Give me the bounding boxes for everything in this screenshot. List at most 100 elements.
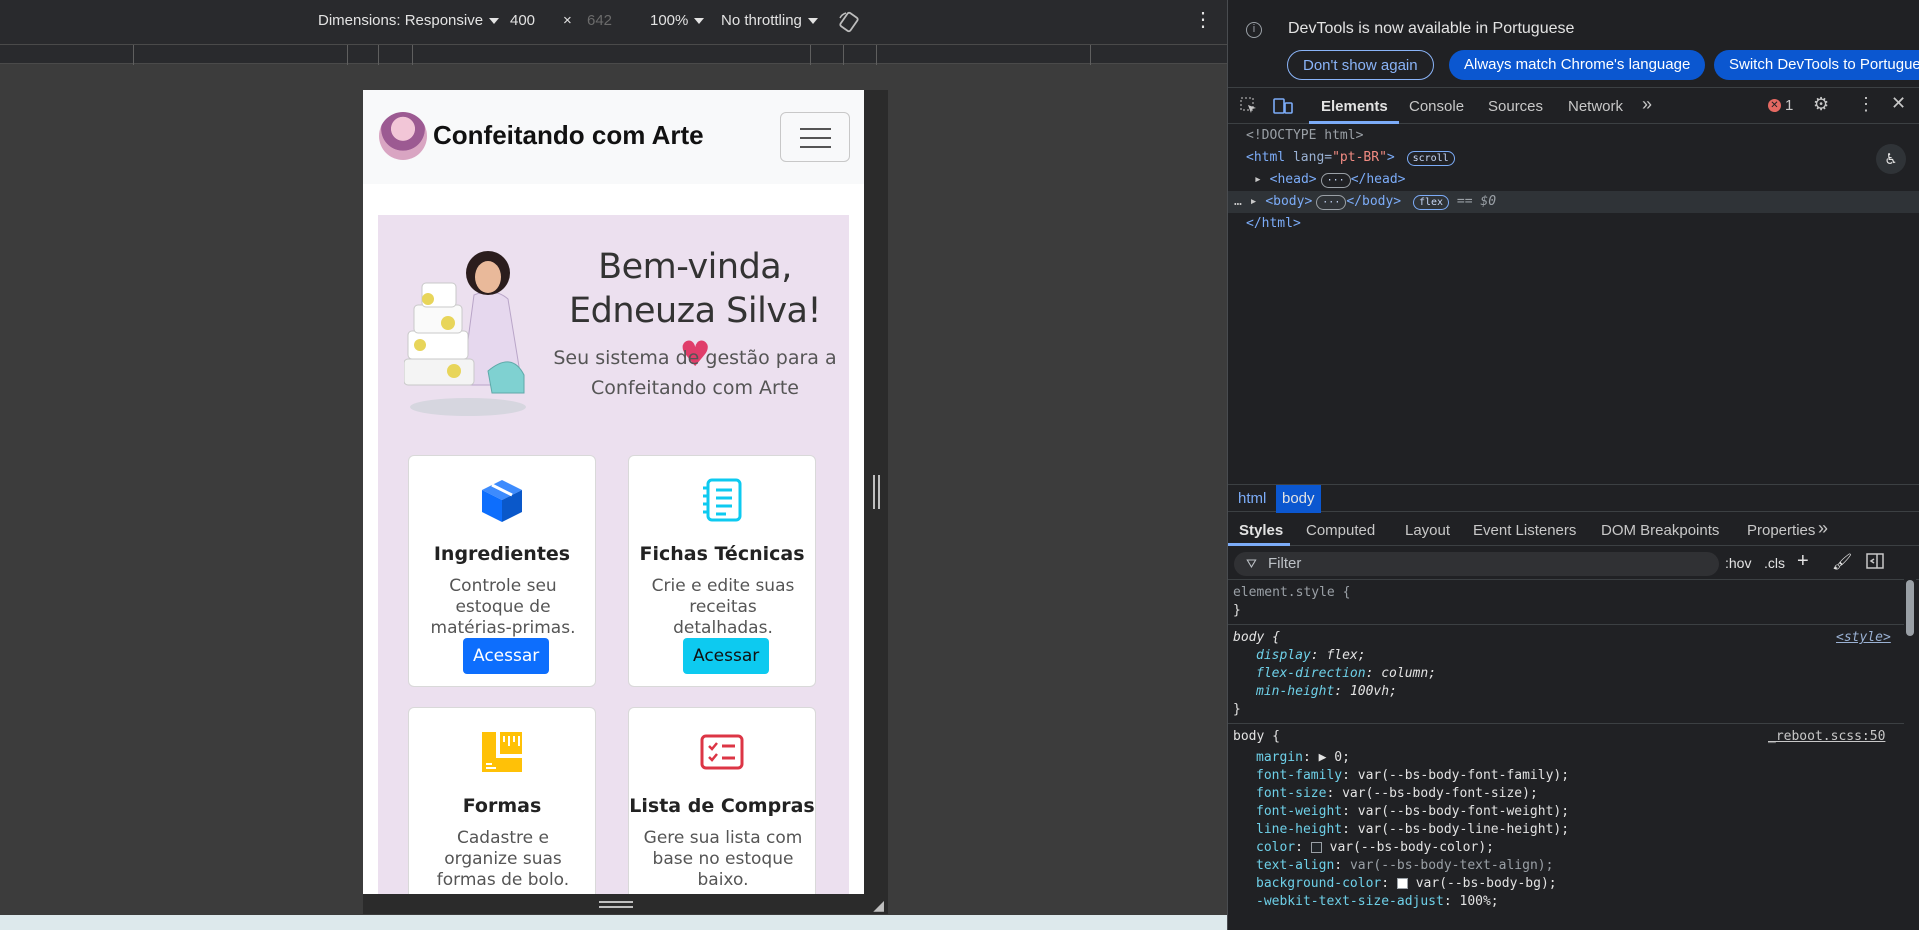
tab-event-listeners[interactable]: Event Listeners <box>1473 522 1576 539</box>
style-declaration: -webkit-text-size-adjust: 100%; <box>1256 894 1499 909</box>
breadcrumb-body[interactable]: body <box>1276 485 1321 513</box>
rule-source-link[interactable]: _reboot.scss:50 <box>1768 729 1885 744</box>
error-count: 1 <box>1785 97 1794 114</box>
rule-selector[interactable]: body { <box>1233 630 1280 645</box>
switch-devtools-language-button[interactable]: Switch DevTools to Portugue <box>1714 50 1919 80</box>
flex-badge[interactable]: flex <box>1412 195 1450 210</box>
styles-subtabs: Styles Computed Layout Event Listeners D… <box>1228 514 1919 546</box>
node-actions-icon[interactable]: … <box>1234 194 1242 209</box>
box-icon <box>482 480 522 522</box>
style-declaration: min-height: 100vh; <box>1256 684 1397 699</box>
zoom-dropdown[interactable]: 100% <box>650 12 705 29</box>
infobar-message: DevTools is now available in Portuguese <box>1288 20 1575 37</box>
brand-logo[interactable] <box>379 112 427 160</box>
tab-console[interactable]: Console <box>1409 98 1464 115</box>
resize-corner-icon[interactable]: ◢ <box>873 897 884 914</box>
tab-computed[interactable]: Computed <box>1306 522 1375 539</box>
dimensions-label: Dimensions: Responsive <box>318 12 484 29</box>
window-bottom-strip <box>0 915 1227 930</box>
resize-handle-bottom[interactable]: ◢ <box>363 894 888 914</box>
match-chrome-language-button[interactable]: Always match Chrome's language <box>1449 50 1706 80</box>
card-ingredientes: Ingredientes Controle seu estoque de mat… <box>408 455 596 687</box>
dont-show-again-button[interactable]: Don't show again <box>1287 50 1434 80</box>
styles-filter-bar: ⛛ Filter :hov .cls + 🖌 <box>1228 548 1919 580</box>
accessibility-icon[interactable]: ♿ <box>1876 144 1906 174</box>
styles-scrollbar[interactable] <box>1904 560 1916 915</box>
media-query-ruler <box>0 44 1227 65</box>
selected-node-marker: == $0 <box>1456 194 1497 209</box>
new-rule-icon[interactable]: + <box>1797 550 1809 573</box>
width-input[interactable]: 400 <box>510 12 535 29</box>
tab-properties[interactable]: Properties <box>1747 522 1815 539</box>
expand-arrow-icon[interactable]: ▸ <box>1254 172 1262 187</box>
device-toolbar: Dimensions: Responsive 400 × 642 100% No… <box>0 0 1227 44</box>
color-swatch[interactable] <box>1396 878 1408 889</box>
filter-input[interactable]: ⛛ Filter <box>1234 552 1719 576</box>
collapsed-content-badge[interactable]: ··· <box>1320 173 1351 188</box>
inspect-element-icon[interactable] <box>1240 97 1258 115</box>
hamburger-icon <box>800 128 831 130</box>
access-button[interactable]: Acessar <box>463 638 550 674</box>
rule-source-link[interactable]: <style> <box>1836 630 1891 645</box>
access-button[interactable]: Acessar <box>683 638 770 674</box>
brand-name[interactable]: Confeitando com Arte <box>433 120 704 151</box>
head-node[interactable]: ▸ <head> ··· </head> <box>1254 172 1405 188</box>
tab-dom-breakpoints[interactable]: DOM Breakpoints <box>1601 522 1719 539</box>
style-declaration: color: var(--bs-body-color); <box>1256 840 1494 855</box>
chevron-down-icon <box>489 17 500 24</box>
style-declaration: text-align: var(--bs-body-text-align); <box>1256 858 1554 873</box>
style-declaration: font-size: var(--bs-body-font-size); <box>1256 786 1538 801</box>
breadcrumb-html[interactable]: html <box>1238 490 1266 507</box>
tab-styles[interactable]: Styles <box>1239 522 1283 539</box>
error-icon: ✕ <box>1768 99 1781 112</box>
welcome-subtitle: Seu sistema de gestão para a Confeitando… <box>553 347 837 399</box>
color-swatch[interactable] <box>1310 842 1322 853</box>
scroll-badge[interactable]: scroll <box>1406 151 1455 166</box>
greeting-line2: Edneuza Silva! <box>568 291 822 331</box>
tab-layout[interactable]: Layout <box>1405 522 1450 539</box>
more-subtabs-icon[interactable]: » <box>1818 518 1828 539</box>
sidebar-toggle-icon[interactable] <box>1866 552 1884 573</box>
style-declaration: margin: ▶ 0; <box>1256 750 1350 765</box>
menu-toggle-button[interactable] <box>780 112 850 162</box>
customize-menu-icon[interactable]: ⋮ <box>1857 94 1875 115</box>
doctype-node[interactable]: <!DOCTYPE html> <box>1246 128 1363 143</box>
class-toggle[interactable]: .cls <box>1764 555 1785 571</box>
chevron-down-icon <box>694 17 705 24</box>
body-node[interactable]: … ▸ <body> ··· </body> flex == $0 <box>1234 194 1496 210</box>
zoom-value: 100% <box>650 12 689 29</box>
card-fichas-tecnicas: Fichas Técnicas Crie e edite suas receit… <box>628 455 816 687</box>
html-node[interactable]: <html lang="pt-BR"> scroll <box>1246 150 1455 166</box>
dimension-separator: × <box>563 12 572 29</box>
tab-elements[interactable]: Elements <box>1321 98 1388 115</box>
more-options-icon[interactable]: ⋮ <box>1193 10 1213 30</box>
style-declaration: flex-direction: column; <box>1256 666 1437 681</box>
height-input[interactable]: 642 <box>587 12 612 29</box>
resize-handle-right[interactable] <box>864 90 888 894</box>
error-counter[interactable]: ✕ 1 <box>1768 97 1793 114</box>
language-infobar: i DevTools is now available in Portugues… <box>1228 0 1919 88</box>
device-viewport: Confeitando com Arte Bem-vinda, Edneuza … <box>363 90 864 894</box>
hover-state-toggle[interactable]: :hov <box>1725 555 1751 571</box>
ruler-icon <box>482 732 522 772</box>
paint-brush-icon[interactable]: 🖌 <box>1832 552 1852 572</box>
card-title: Fichas Técnicas <box>639 543 805 565</box>
tab-sources[interactable]: Sources <box>1488 98 1543 115</box>
device-toolbar-icon[interactable] <box>1273 97 1293 115</box>
card-description: Crie e edite suas receitas detalhadas. <box>651 576 795 638</box>
width-value: 400 <box>510 12 536 29</box>
dimensions-dropdown[interactable]: Dimensions: Responsive <box>318 12 500 29</box>
throttling-dropdown[interactable]: No throttling <box>721 12 818 29</box>
element-style-rule[interactable]: element.style { <box>1233 585 1350 600</box>
more-tabs-icon[interactable]: » <box>1642 94 1652 115</box>
card-description: Controle seu estoque de matérias-primas. <box>430 576 576 638</box>
settings-gear-icon[interactable]: ⚙ <box>1813 94 1829 115</box>
expand-arrow-icon[interactable]: ▸ <box>1250 194 1258 209</box>
html-close-node[interactable]: </html> <box>1246 216 1301 231</box>
tab-network[interactable]: Network <box>1568 98 1623 115</box>
collapsed-content-badge[interactable]: ··· <box>1316 195 1347 210</box>
rotate-icon[interactable] <box>837 10 861 34</box>
close-icon[interactable]: ✕ <box>1891 93 1906 114</box>
greeting-line1: Bem-vinda, <box>598 247 792 287</box>
rule-selector[interactable]: body { <box>1233 729 1280 744</box>
